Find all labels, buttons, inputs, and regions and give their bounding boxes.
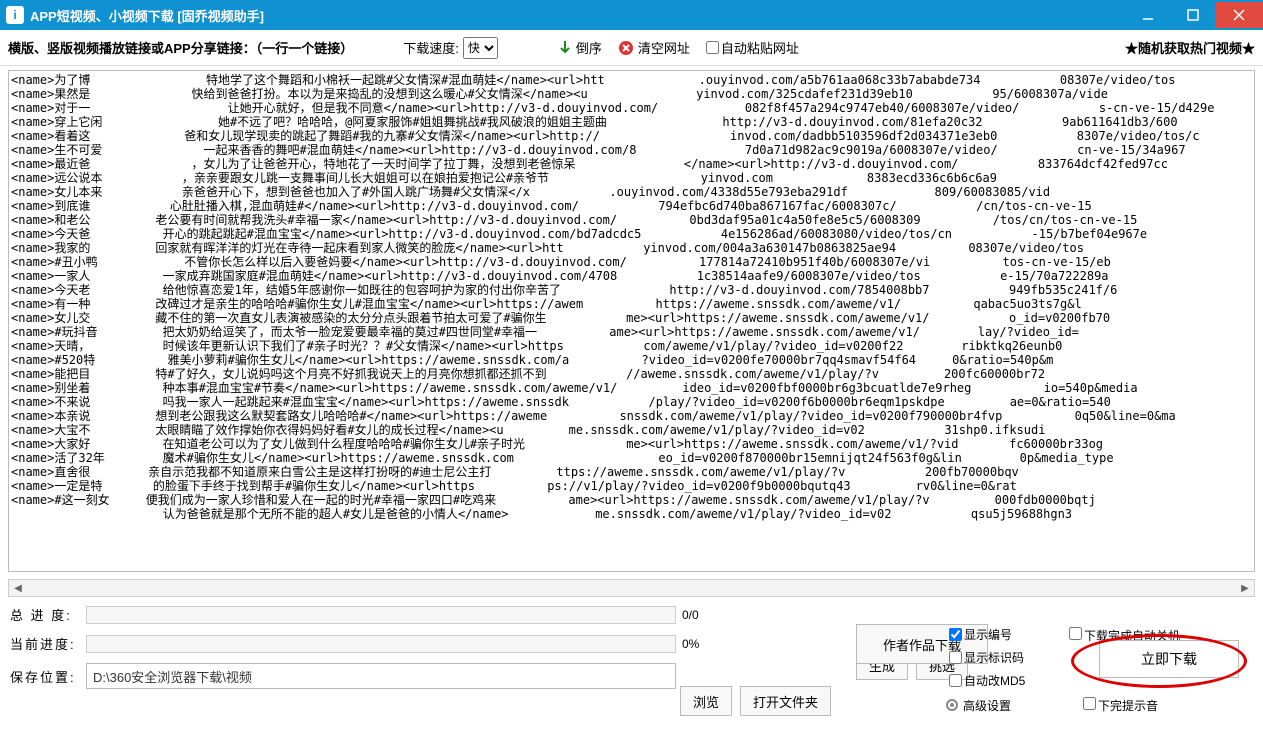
horizontal-scrollbar[interactable]: ◀ ▶: [8, 579, 1255, 597]
save-path-label: 保存位置:: [10, 667, 80, 686]
speed-label: 下载速度:: [403, 38, 459, 57]
toolbar: 横版、竖版视频播放链接或APP分享链接：（一行一个链接） 下载速度: 快 倒序 …: [0, 30, 1263, 66]
scroll-right-icon[interactable]: ▶: [1236, 580, 1254, 596]
gear-icon: [945, 698, 959, 712]
clear-urls-button[interactable]: 清空网址: [618, 38, 690, 57]
url-list-textarea[interactable]: [8, 70, 1255, 572]
window-title: APP短视频、小视频下载 [固乔视频助手]: [30, 6, 1125, 25]
clear-icon: [618, 40, 634, 56]
total-progress-bar: [86, 606, 676, 624]
show-code-checkbox[interactable]: 显示标识码: [945, 648, 1065, 667]
current-progress-value: 0%: [682, 637, 742, 651]
auto-paste-checkbox[interactable]: 自动粘贴网址: [702, 38, 799, 57]
total-progress-value: 0/0: [682, 608, 742, 622]
reverse-button[interactable]: 倒序: [558, 38, 602, 57]
arrow-down-icon: [558, 40, 572, 56]
title-bar: i APP短视频、小视频下载 [固乔视频助手]: [0, 0, 1263, 30]
close-button[interactable]: [1215, 2, 1263, 28]
scroll-left-icon[interactable]: ◀: [9, 580, 27, 596]
total-progress-label: 总 进 度:: [10, 605, 80, 624]
current-progress-bar: [86, 635, 676, 653]
current-progress-label: 当前进度:: [10, 634, 80, 653]
open-folder-button[interactable]: 打开文件夹: [740, 686, 831, 716]
done-sound-checkbox[interactable]: 下完提示音: [1079, 694, 1158, 714]
maximize-button[interactable]: [1170, 2, 1215, 28]
speed-select[interactable]: 快: [463, 37, 498, 59]
save-path-input[interactable]: [86, 663, 676, 689]
random-hot-button[interactable]: ★随机获取热门视频★: [1125, 38, 1255, 57]
minimize-button[interactable]: [1125, 2, 1170, 28]
download-now-button[interactable]: 立即下载: [1099, 640, 1239, 678]
advanced-settings-button[interactable]: 高级设置: [945, 697, 1065, 714]
browse-button[interactable]: 浏览: [680, 686, 732, 716]
auto-md5-checkbox[interactable]: 自动改MD5: [945, 671, 1065, 690]
show-number-checkbox[interactable]: 显示编号: [945, 625, 1065, 644]
link-instruction-label: 横版、竖版视频播放链接或APP分享链接：（一行一个链接）: [8, 38, 353, 57]
app-icon: i: [6, 6, 24, 24]
